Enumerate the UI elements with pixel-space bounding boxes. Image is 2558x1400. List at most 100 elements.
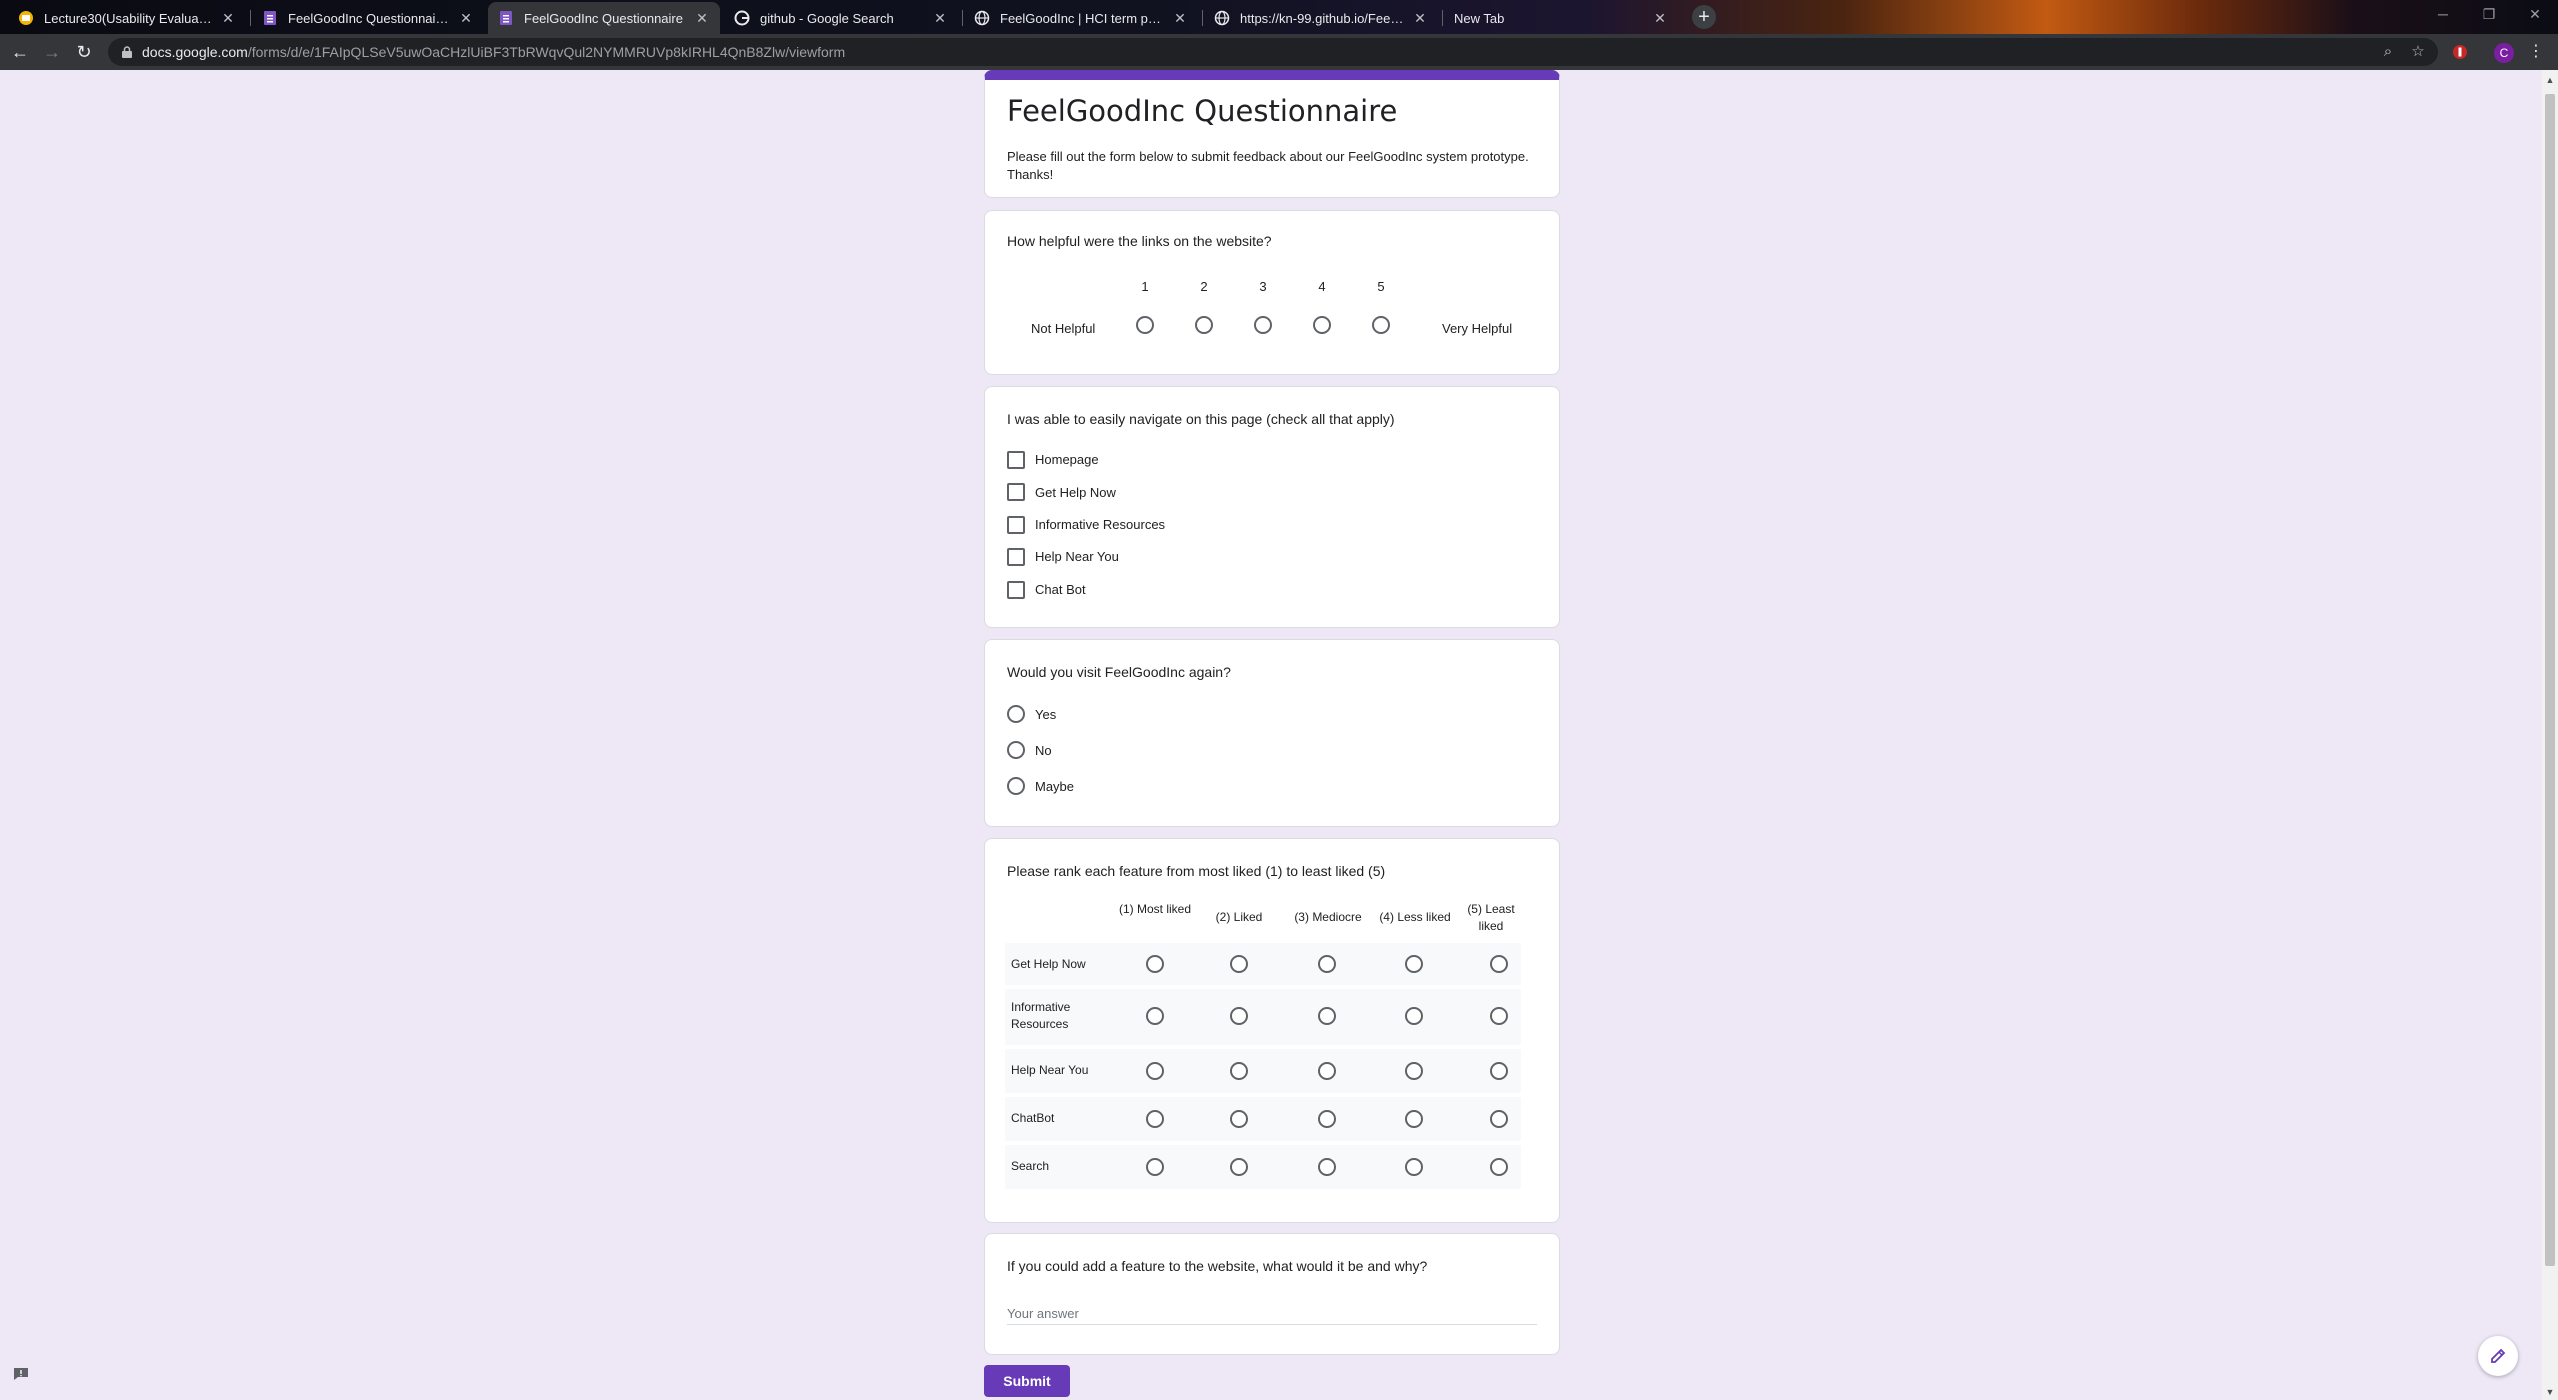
scale-label-2: 2 [1200,279,1208,294]
scale-radio-3[interactable] [1254,316,1272,334]
tab-github-io[interactable]: https://kn-99.github.io/FeelGoo ✕ [1204,2,1438,34]
grid-radio[interactable] [1490,1007,1508,1025]
form-description: Please fill out the form below to submit… [1007,149,1529,182]
close-icon[interactable]: ✕ [1652,10,1668,27]
bookmark-star-icon[interactable]: ☆ [2408,42,2428,62]
close-icon[interactable]: ✕ [932,10,948,27]
avatar[interactable]: C [2494,43,2514,63]
tab-feelgoodinc-project[interactable]: FeelGoodInc | HCI term project ( ✕ [964,2,1198,34]
forms-icon [262,10,278,26]
checkbox-label: Get Help Now [1035,485,1116,500]
grid-radio[interactable] [1405,1158,1423,1176]
grid-row: Help Near You [1005,1049,1521,1093]
grid-radio[interactable] [1405,1110,1423,1128]
window-close-icon[interactable]: ✕ [2512,0,2558,30]
grid-radio[interactable] [1146,1062,1164,1080]
tab-separator [1202,10,1203,26]
radio-yes[interactable] [1007,705,1025,723]
checkbox-help-near-you[interactable] [1007,548,1025,566]
checkbox-label: Informative Resources [1035,517,1166,532]
forward-icon[interactable]: → [40,40,64,64]
tab-new-tab[interactable]: New Tab ✕ [1444,2,1678,34]
extension-icon[interactable] [2448,40,2472,64]
new-tab-button[interactable]: + [1692,5,1716,29]
grid-radio[interactable] [1318,1062,1336,1080]
short-answer-input[interactable]: Your answer [1007,1306,1079,1321]
forms-icon [498,10,514,26]
minimize-icon[interactable]: ─ [2420,0,2466,30]
edit-response-button[interactable] [2478,1336,2518,1376]
globe-icon [1214,10,1230,26]
scale-label-5: 5 [1377,279,1385,294]
scrollbar-thumb[interactable] [2545,94,2555,1266]
checkbox-homepage[interactable] [1007,451,1025,469]
question-feature-suggestion: If you could add a feature to the websit… [984,1233,1560,1355]
answer-underline [1007,1324,1537,1325]
grid-radio[interactable] [1230,1158,1248,1176]
scale-radio-5[interactable] [1372,316,1390,334]
back-icon[interactable]: ← [8,40,32,64]
question-title: Would you visit FeelGoodInc again? [1007,664,1231,680]
grid-radio[interactable] [1318,1110,1336,1128]
scroll-down-arrow-icon[interactable]: ▼ [2542,1384,2558,1400]
grid-radio[interactable] [1318,1007,1336,1025]
submit-button[interactable]: Submit [984,1365,1070,1397]
tab-questionnaire-active[interactable]: FeelGoodInc Questionnaire ✕ [488,2,720,34]
close-icon[interactable]: ✕ [1172,10,1188,27]
grid-row-label: Search [1011,1159,1050,1173]
question-feature-ranking-grid: Please rank each feature from most liked… [984,838,1560,1223]
browser-tab-strip: Lecture30(Usability Evaluation) - ✕ Feel… [0,0,2558,34]
form-header-card: FeelGoodInc Questionnaire Please fill ou… [984,70,1560,198]
scroll-up-arrow-icon[interactable]: ▲ [2542,72,2558,88]
grid-radio[interactable] [1405,955,1423,973]
tab-title: github - Google Search [760,10,894,26]
menu-kebab-icon[interactable]: ⋮ [2528,40,2544,64]
grid-radio[interactable] [1230,1110,1248,1128]
scale-radio-1[interactable] [1136,316,1154,334]
scale-radio-4[interactable] [1313,316,1331,334]
checkbox-label: Homepage [1035,452,1099,467]
radio-label: No [1035,743,1052,758]
grid-radio[interactable] [1318,1158,1336,1176]
checkbox-chat-bot[interactable] [1007,581,1025,599]
grid-radio[interactable] [1490,1158,1508,1176]
radio-label: Yes [1035,707,1057,722]
tab-lecture30[interactable]: Lecture30(Usability Evaluation) - ✕ [8,2,246,34]
zoom-icon[interactable]: ⌕ [2378,42,2398,62]
radio-maybe[interactable] [1007,777,1025,795]
grid-row-label: ChatBot [1011,1111,1055,1125]
close-icon[interactable]: ✕ [220,10,236,27]
grid-radio[interactable] [1230,1007,1248,1025]
google-icon [734,10,750,26]
grid-radio[interactable] [1490,1062,1508,1080]
close-icon[interactable]: ✕ [458,10,474,27]
grid-column-header: (2) Liked [1215,910,1263,924]
grid-radio[interactable] [1146,955,1164,973]
grid-radio[interactable] [1146,1110,1164,1128]
slides-icon [18,10,34,26]
grid-radio[interactable] [1405,1007,1423,1025]
report-feedback-icon[interactable] [12,1366,30,1382]
tab-questionnaire-edit[interactable]: FeelGoodInc Questionnaire - Go ✕ [252,2,484,34]
grid-radio[interactable] [1318,955,1336,973]
restore-icon[interactable]: ❐ [2466,0,2512,30]
grid-row: Informative Resources [1005,989,1521,1045]
grid-radio[interactable] [1146,1007,1164,1025]
scale-radio-2[interactable] [1195,316,1213,334]
grid-radio[interactable] [1146,1158,1164,1176]
tab-github-search[interactable]: github - Google Search ✕ [724,2,958,34]
checkbox-informative-resources[interactable] [1007,516,1025,534]
radio-no[interactable] [1007,741,1025,759]
scale-high-label: Very Helpful [1442,321,1513,336]
close-icon[interactable]: ✕ [1412,10,1428,27]
grid-radio[interactable] [1230,1062,1248,1080]
grid-radio[interactable] [1490,1110,1508,1128]
checkbox-get-help-now[interactable] [1007,483,1025,501]
grid-radio[interactable] [1230,955,1248,973]
grid-radio[interactable] [1490,955,1508,973]
address-bar[interactable]: docs.google.com/forms/d/e/1FAIpQLSeV5uwO… [108,38,2438,66]
grid-radio[interactable] [1405,1062,1423,1080]
reload-icon[interactable]: ↻ [72,40,96,64]
grid-column-header: (5) Least liked [1467,902,1515,933]
close-icon[interactable]: ✕ [694,10,710,27]
